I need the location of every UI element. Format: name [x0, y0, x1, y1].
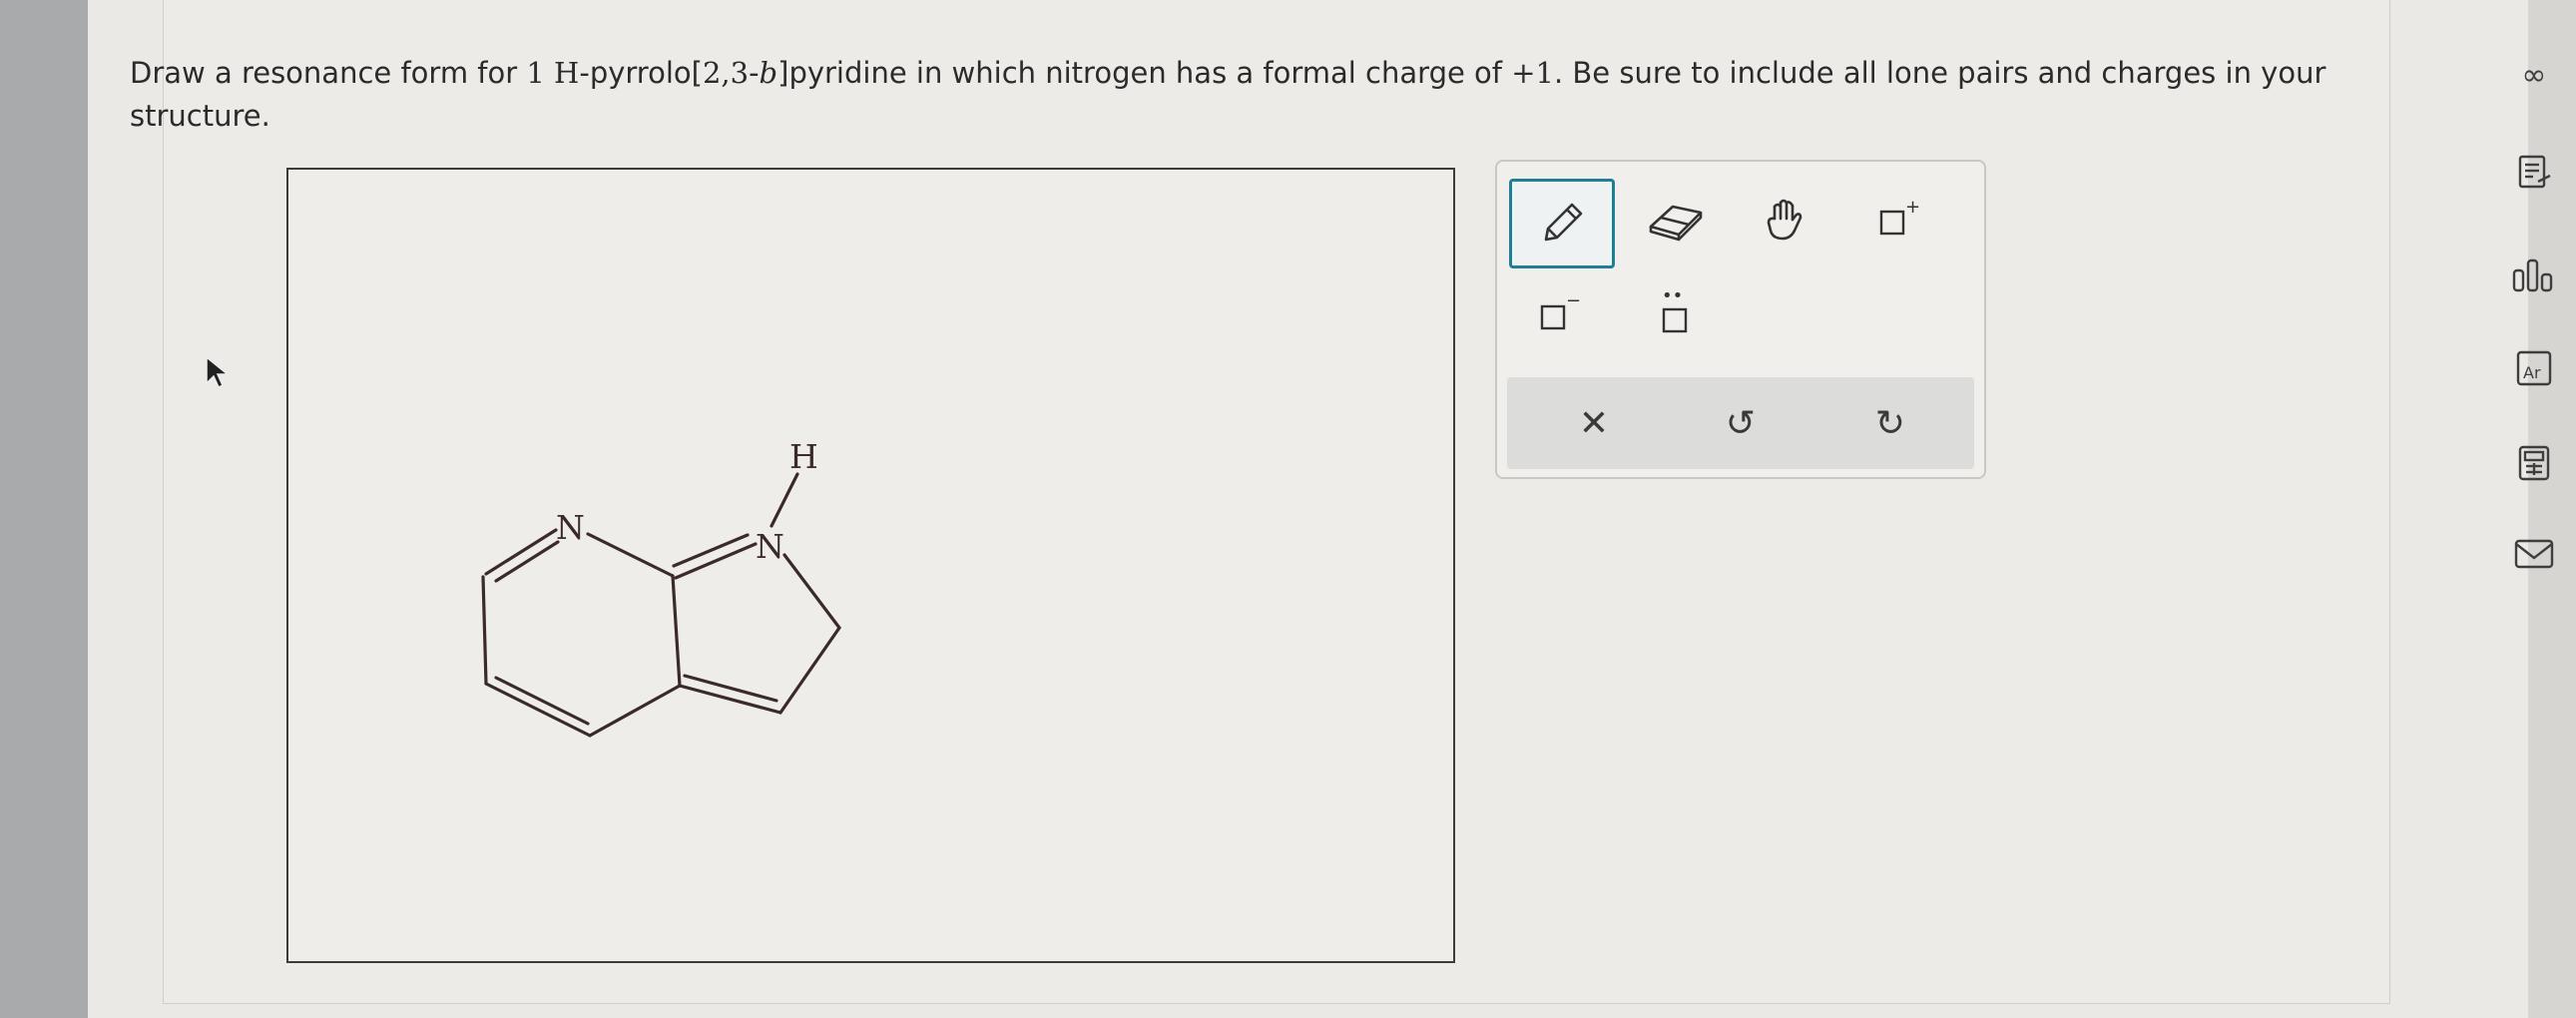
bond-c3a-c7a[interactable]: [671, 574, 682, 688]
negative-charge-button[interactable]: −: [1509, 271, 1609, 355]
question-text: Draw a resonance form for 1 H-pyrrolo[2,…: [130, 56, 2326, 133]
calculator-icon: [2518, 445, 2550, 481]
infinity-button[interactable]: ∞: [2507, 48, 2561, 102]
hand-tool-button[interactable]: [1737, 179, 1836, 262]
negative-charge-icon: −: [1540, 290, 1581, 330]
bond-n1-c2[interactable]: [782, 553, 841, 630]
lone-pair-icon: ••: [1662, 285, 1688, 333]
undo-button[interactable]: ↺: [1681, 377, 1801, 469]
hand-icon: [1767, 199, 1803, 241]
lone-pair-button[interactable]: ••: [1625, 271, 1725, 355]
bond-c5-c4[interactable]: [484, 682, 592, 738]
eraser-icon: [1649, 205, 1703, 242]
svg-text:−: −: [1566, 290, 1581, 311]
atom-label-hydrogen[interactable]: H: [789, 437, 818, 476]
positive-charge-button[interactable]: +: [1848, 179, 1948, 262]
redo-icon: ↻: [1874, 402, 1906, 444]
mouse-cursor-icon: [206, 355, 231, 389]
statistics-button[interactable]: [2507, 248, 2561, 301]
right-sidebar: ∞ Ar: [2485, 0, 2576, 1018]
bond-c7a-n7[interactable]: [586, 532, 675, 578]
pencil-tool-button[interactable]: [1509, 179, 1615, 268]
bond-c2-c3[interactable]: [778, 626, 841, 715]
bond-c3-c3a-double[interactable]: [683, 674, 778, 703]
bond-n1-h[interactable]: [770, 472, 799, 528]
molecule-drawing[interactable]: N N H: [288, 170, 1453, 961]
mail-icon: [2514, 539, 2554, 569]
eraser-tool-button[interactable]: [1625, 179, 1725, 262]
bond-n7-c6[interactable]: [484, 528, 558, 576]
bond-c5-c4-double[interactable]: [494, 676, 590, 726]
drawing-canvas[interactable]: N N H: [286, 168, 1455, 963]
clear-button[interactable]: ✕: [1534, 377, 1654, 469]
svg-text:Ar: Ar: [2523, 363, 2541, 382]
close-icon: ✕: [1578, 402, 1610, 444]
atom-label-pyridine-n[interactable]: N: [556, 508, 585, 547]
redo-button[interactable]: ↻: [1830, 377, 1950, 469]
svg-text:••: ••: [1662, 285, 1683, 306]
bar-chart-icon: [2512, 258, 2553, 292]
undo-icon: ↺: [1725, 402, 1757, 444]
positive-charge-icon: +: [1879, 197, 1920, 236]
message-button[interactable]: [2507, 527, 2561, 581]
periodic-table-button[interactable]: Ar: [2507, 341, 2561, 395]
left-edge: [0, 0, 90, 1018]
atom-label-pyrrole-n[interactable]: N: [756, 527, 784, 566]
bond-c4-c3a[interactable]: [588, 684, 682, 738]
notes-button[interactable]: [2507, 145, 2561, 199]
svg-text:+: +: [1905, 197, 1920, 218]
action-bar: ✕ ↺ ↻: [1507, 377, 1974, 469]
pencil-icon: [1544, 203, 1583, 242]
notes-icon: [2518, 155, 2551, 189]
bond-c6-c5[interactable]: [481, 575, 488, 686]
periodic-table-icon: Ar: [2516, 350, 2552, 386]
drawing-toolbox: + − •• ✕ ↺ ↻: [1495, 160, 1986, 479]
calculator-button[interactable]: [2507, 436, 2561, 490]
infinity-icon: ∞: [2521, 57, 2547, 93]
